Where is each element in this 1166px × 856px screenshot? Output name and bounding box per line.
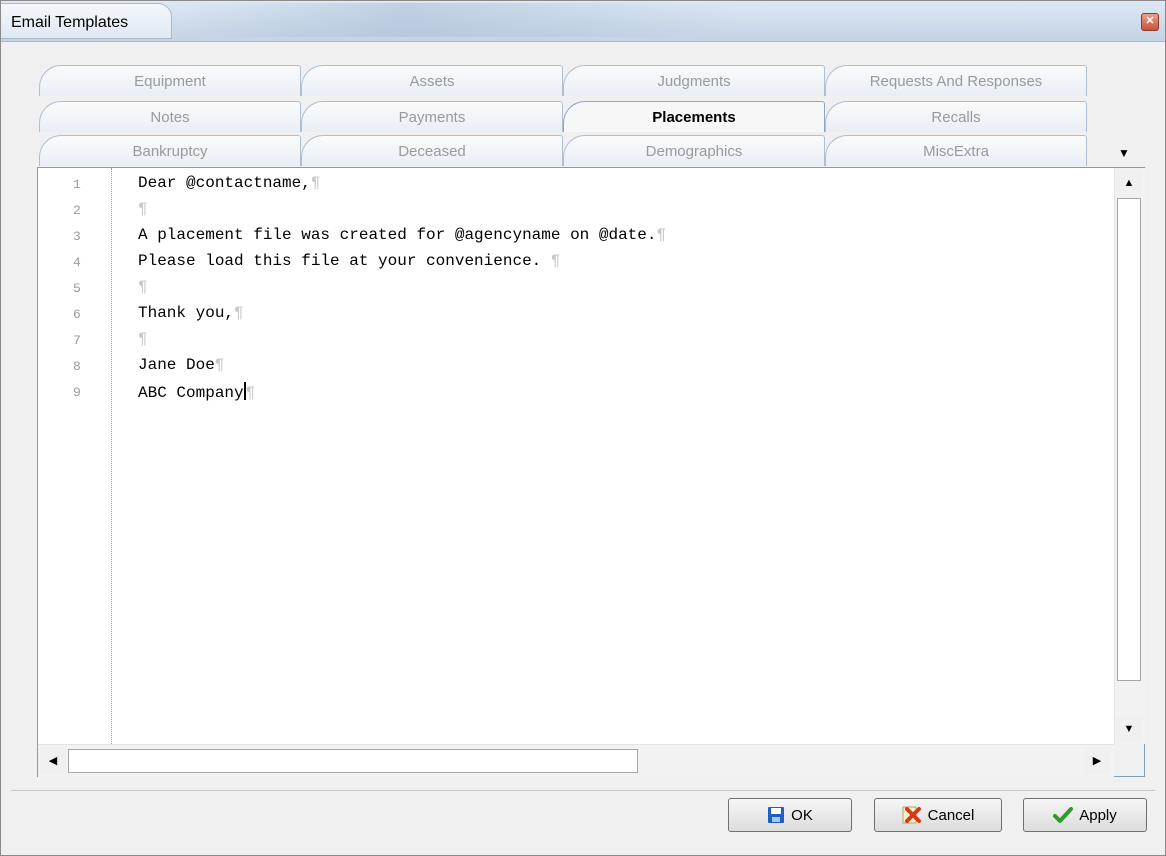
vertical-scrollbar[interactable]: ▲ ▼ xyxy=(1114,168,1145,744)
tab-assets[interactable]: Assets xyxy=(301,65,563,96)
pilcrow-mark: ¶ xyxy=(214,356,225,374)
save-disk-icon xyxy=(768,807,785,823)
tab-judgments[interactable]: Judgments xyxy=(563,65,825,96)
apply-button[interactable]: Apply xyxy=(1023,798,1147,832)
tab-deceased[interactable]: Deceased xyxy=(301,135,563,166)
apply-label: Apply xyxy=(1079,806,1117,824)
horizontal-scrollbar[interactable]: ◀ ▶ xyxy=(38,744,1114,777)
pilcrow-mark: ¶ xyxy=(138,330,148,348)
cancel-x-icon xyxy=(902,806,921,824)
title-bar: Email Templates ✕ xyxy=(1,1,1165,42)
tab-demographics[interactable]: Demographics xyxy=(563,135,825,166)
pilcrow-mark: ¶ xyxy=(310,174,321,192)
checkmark-icon xyxy=(1053,807,1074,823)
tab-equipment[interactable]: Equipment xyxy=(39,65,301,96)
tab-bankruptcy[interactable]: Bankruptcy xyxy=(39,135,301,166)
ok-button[interactable]: OK xyxy=(728,798,852,832)
line-text: Please load this file at your convenienc… xyxy=(138,252,551,270)
scroll-down-icon[interactable]: ▼ xyxy=(1116,716,1142,742)
cancel-label: Cancel xyxy=(927,806,975,824)
tab-miscextra[interactable]: MiscExtra xyxy=(825,135,1087,166)
tab-placements[interactable]: Placements xyxy=(563,101,825,132)
pilcrow-mark: ¶ xyxy=(656,226,667,244)
line-text: Dear @contactname, xyxy=(138,174,311,192)
ok-label: OK xyxy=(791,806,813,824)
code-line: ABC Company ¶ xyxy=(138,382,255,402)
pilcrow-mark: ¶ xyxy=(138,200,148,218)
line-text: Jane Doe xyxy=(138,356,215,374)
line-number: 5 xyxy=(73,281,81,296)
code-line: Please load this file at your convenienc… xyxy=(138,252,560,270)
line-number-gutter: 1 2 3 4 5 6 7 8 9 xyxy=(71,168,112,744)
line-number: 1 xyxy=(73,177,81,192)
cancel-button[interactable]: Cancel xyxy=(874,798,1002,832)
line-number: 2 xyxy=(73,203,81,218)
line-text: Thank you, xyxy=(138,304,235,322)
title-tab: Email Templates xyxy=(1,3,172,39)
code-line: Jane Doe¶ xyxy=(138,356,224,374)
vertical-scroll-thumb[interactable] xyxy=(1117,198,1141,681)
pilcrow-mark: ¶ xyxy=(234,304,244,322)
template-editor[interactable]: 1 2 3 4 5 6 7 8 9 Dear @contactname,¶ ¶ … xyxy=(37,167,1145,777)
tab-requests-and-responses[interactable]: Requests And Responses xyxy=(825,65,1087,96)
code-line: ¶ xyxy=(138,200,148,218)
pilcrow-mark: ¶ xyxy=(138,278,148,296)
line-number: 6 xyxy=(73,307,81,322)
tab-notes[interactable]: Notes xyxy=(39,101,301,132)
code-line: ¶ xyxy=(138,330,148,348)
scroll-up-icon[interactable]: ▲ xyxy=(1116,170,1142,196)
email-templates-window: Email Templates ✕ Equipment Assets Judgm… xyxy=(0,0,1166,856)
code-line: Thank you,¶ xyxy=(138,304,244,322)
title-decoration xyxy=(181,3,741,37)
line-number: 7 xyxy=(73,333,81,348)
editor-margin xyxy=(38,168,72,744)
tab-overflow-dropdown[interactable]: ▼ xyxy=(1115,144,1133,162)
tab-payments[interactable]: Payments xyxy=(301,101,563,132)
code-line: Dear @contactname,¶ xyxy=(138,174,320,192)
footer-divider xyxy=(11,790,1155,791)
line-text: ABC Company xyxy=(138,384,244,402)
scroll-left-icon[interactable]: ◀ xyxy=(40,748,66,774)
pilcrow-mark: ¶ xyxy=(550,252,561,270)
window-title: Email Templates xyxy=(11,14,129,31)
pilcrow-mark: ¶ xyxy=(245,384,256,402)
scroll-right-icon[interactable]: ▶ xyxy=(1084,748,1110,774)
tab-strip: Equipment Assets Judgments Requests And … xyxy=(39,65,1141,166)
close-icon[interactable]: ✕ xyxy=(1141,13,1159,31)
line-number: 9 xyxy=(73,385,81,400)
line-number: 3 xyxy=(73,229,81,244)
scrollbar-corner xyxy=(1114,744,1144,776)
line-number: 4 xyxy=(73,255,81,270)
code-line: ¶ xyxy=(138,278,148,296)
line-text: A placement file was created for @agency… xyxy=(138,226,657,244)
horizontal-scroll-thumb[interactable] xyxy=(68,749,638,773)
tab-recalls[interactable]: Recalls xyxy=(825,101,1087,132)
line-number: 8 xyxy=(73,359,81,374)
code-line: A placement file was created for @agency… xyxy=(138,226,666,244)
